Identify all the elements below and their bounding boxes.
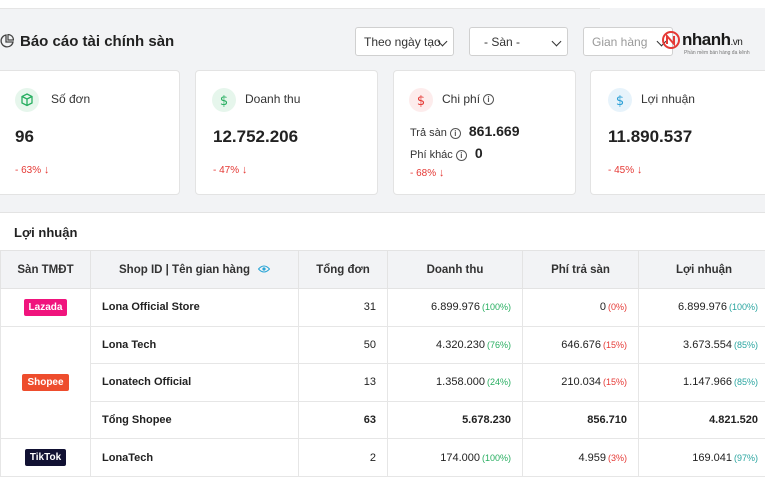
- profit-panel-title: Lợi nhuận: [14, 225, 78, 240]
- col-profit: Lợi nhuận: [638, 250, 765, 289]
- profit-cell: 169.041 (97%): [638, 438, 765, 477]
- orders-cell: 2: [298, 438, 388, 477]
- shop-name: Lonatech Official: [90, 363, 299, 402]
- platform-filter-select[interactable]: - Sàn -: [469, 27, 568, 56]
- orders-card-change: - 63% ↓: [15, 164, 50, 176]
- cube-icon: [15, 88, 39, 112]
- logo-mark-icon: [662, 31, 680, 49]
- revenue-card-value: 12.752.206: [213, 127, 299, 146]
- fee-cell: 0 (0%): [522, 288, 639, 327]
- revenue-cell: 4.320.230 (76%): [387, 325, 523, 365]
- shop-name: Tổng Shopee: [90, 400, 299, 440]
- revenue-card: $ Doanh thu 12.752.206 - 47% ↓: [195, 70, 378, 195]
- info-icon[interactable]: i: [449, 127, 461, 139]
- fee-cell: 210.034 (15%): [522, 363, 639, 402]
- page-title: Báo cáo tài chính sàn: [20, 33, 175, 50]
- date-filter-value: Theo ngày tạo: [364, 35, 441, 49]
- nhanh-logo: nhanh.vn Phần mềm bán hàng đa kênh: [662, 28, 765, 58]
- orders-cell: 31: [298, 288, 388, 327]
- arrow-down-icon: ↓: [438, 167, 445, 179]
- platform-filter-value: - Sàn -: [484, 35, 521, 49]
- arrow-down-icon: ↓: [241, 164, 248, 176]
- col-shop: Shop ID | Tên gian hàng: [90, 250, 299, 289]
- profit-card-title: Lợi nhuận: [641, 92, 695, 106]
- table-row: Shopee Lona Tech 50 4.320.230 (76%) 646.6…: [0, 325, 765, 440]
- info-icon[interactable]: i: [483, 94, 495, 106]
- revenue-cell: 5.678.230: [387, 400, 523, 440]
- logo-slogan: Phần mềm bán hàng đa kênh: [684, 50, 750, 56]
- shop-filter-select[interactable]: Gian hàng: [583, 27, 673, 56]
- shopee-badge: Shopee: [22, 373, 69, 391]
- profit-cell: 6.899.976 (100%): [638, 288, 765, 327]
- date-filter-select[interactable]: Theo ngày tạo: [355, 27, 454, 56]
- fee-cell: 4.959 (3%): [522, 438, 639, 477]
- cost-card-change: - 68% ↓: [410, 167, 445, 179]
- cost-card: $ Chi phí i Trả sàn i 861.669 Phí khác i 0 - …: [393, 70, 576, 195]
- table-row: Lazada Lona Official Store 31 6.899.976(…: [0, 288, 765, 327]
- top-divider: [0, 8, 600, 9]
- orders-cell: 13: [298, 363, 388, 402]
- col-platform-fee: Phí trả sàn: [522, 250, 639, 289]
- top-bar: [0, 0, 765, 8]
- fee-cell: 646.676 (15%): [522, 325, 639, 365]
- col-revenue: Doanh thu: [387, 250, 523, 289]
- col-orders: Tổng đơn: [298, 250, 388, 289]
- svg-text:$: $: [220, 94, 228, 109]
- platform-cell: Lazada: [0, 288, 91, 327]
- shop-name: LonaTech: [90, 438, 299, 477]
- orders-card: Số đơn 96 - 63% ↓: [0, 70, 180, 195]
- profit-cell: 4.821.520: [638, 400, 765, 440]
- revenue-cell: 6.899.976 (100%): [387, 288, 523, 327]
- profit-card-value: 11.890.537: [608, 127, 693, 146]
- col-platform: Sàn TMĐT: [0, 250, 91, 289]
- arrow-down-icon: ↓: [636, 164, 643, 176]
- revenue-card-change: - 47% ↓: [213, 164, 248, 176]
- profit-cell: 1.147.966 (85%): [638, 363, 765, 402]
- shop-name: Lona Tech: [90, 325, 299, 365]
- platform-cell: Shopee: [0, 325, 91, 440]
- profit-table: Sàn TMĐT Shop ID | Tên gian hàng Tổng đơ…: [0, 250, 765, 477]
- shop-name: Lona Official Store: [90, 288, 299, 327]
- lazada-badge: Lazada: [23, 298, 68, 316]
- orders-card-value: 96: [15, 127, 34, 146]
- page-header: Báo cáo tài chính sàn Theo ngày tạo - Sà…: [0, 18, 765, 68]
- other-fee-row: Phí khác i 0: [410, 145, 483, 161]
- orders-cell: 50: [298, 325, 388, 365]
- profit-card: $ Lợi nhuận 11.890.537 - 45% ↓: [590, 70, 765, 195]
- report-chart-icon: [0, 34, 14, 48]
- revenue-card-title: Doanh thu: [245, 92, 301, 106]
- table-row: TikTok LonaTech 2 174.000 (100%) 4.959 (3%…: [0, 438, 765, 477]
- info-icon[interactable]: i: [455, 149, 467, 161]
- arrow-down-icon: ↓: [43, 164, 50, 176]
- revenue-cell: 1.358.000 (24%): [387, 363, 523, 402]
- platform-fee-row: Trả sàn i 861.669: [410, 123, 520, 139]
- dollar-icon: $: [212, 88, 236, 112]
- profit-panel: Lợi nhuận Sàn TMĐT Shop ID | Tên gian hà…: [0, 212, 765, 478]
- dollar-icon: $: [608, 88, 632, 112]
- logo-wordmark: nhanh.vn: [682, 30, 743, 49]
- dollar-icon: $: [409, 88, 433, 112]
- profit-card-change: - 45% ↓: [608, 164, 643, 176]
- table-header-row: Sàn TMĐT Shop ID | Tên gian hàng Tổng đơ…: [0, 250, 765, 289]
- table-row-subtotal: Tổng Shopee 63 5.678.230 856.710 4.821.5…: [1, 400, 765, 440]
- table-row: Lonatech Official 13 1.358.000 (24%) 210.…: [1, 363, 765, 402]
- profit-cell: 3.673.554 (85%): [638, 325, 765, 365]
- platform-cell: TikTok: [0, 438, 91, 477]
- revenue-cell: 174.000 (100%): [387, 438, 523, 477]
- orders-card-title: Số đơn: [51, 92, 91, 106]
- svg-text:$: $: [417, 94, 425, 109]
- tiktok-badge: TikTok: [24, 449, 67, 467]
- chevron-down-icon: [551, 36, 562, 47]
- orders-cell: 63: [298, 400, 388, 440]
- cost-card-title: Chi phí i: [442, 92, 495, 106]
- eye-icon[interactable]: [258, 265, 270, 273]
- fee-cell: 856.710: [522, 400, 639, 440]
- svg-text:$: $: [616, 94, 624, 109]
- shop-filter-placeholder: Gian hàng: [592, 35, 648, 49]
